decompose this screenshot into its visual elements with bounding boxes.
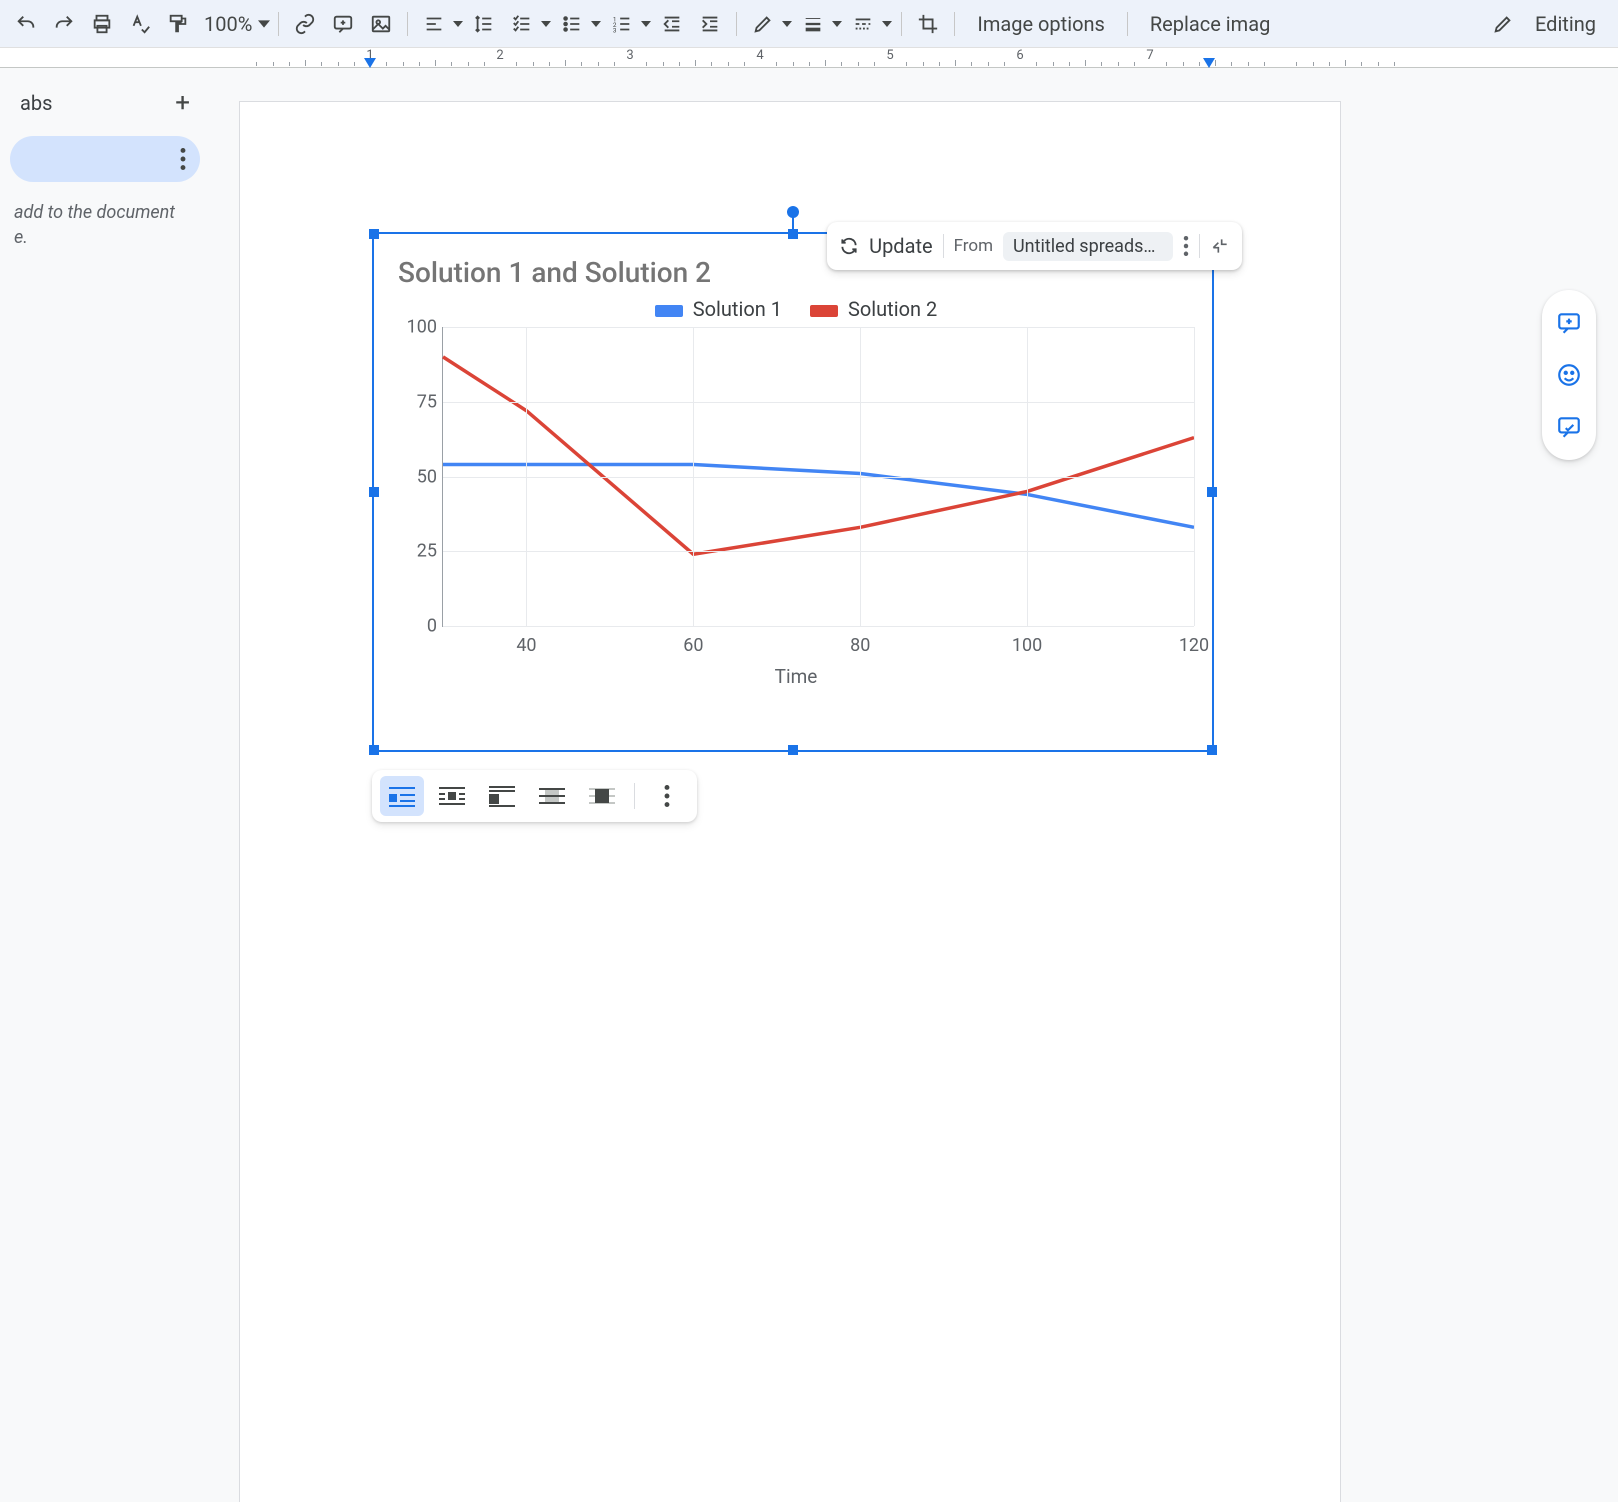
border-color-menu[interactable]	[745, 6, 793, 42]
add-tab-button[interactable]: +	[175, 88, 190, 118]
border-dash-menu[interactable]	[845, 6, 893, 42]
insert-link-button[interactable]	[287, 6, 323, 42]
layout-more-button[interactable]	[645, 776, 689, 816]
chevron-down-icon	[781, 19, 793, 29]
chevron-down-icon	[831, 19, 843, 29]
decrease-indent-button[interactable]	[654, 6, 690, 42]
behind-text-button[interactable]	[530, 776, 574, 816]
add-comment-button[interactable]	[325, 6, 361, 42]
zoom-select[interactable]: 100%	[198, 12, 270, 36]
crop-button[interactable]	[910, 6, 946, 42]
sidebar-hint: add to the document e.	[10, 200, 200, 250]
bulleted-list-menu[interactable]	[554, 6, 602, 42]
unlink-collapse-button[interactable]	[1210, 236, 1230, 256]
wrap-text-button[interactable]	[430, 776, 474, 816]
x-axis-title: Time	[398, 665, 1194, 688]
update-chart-button[interactable]: Update	[839, 234, 933, 258]
chart-plot-area: 4060801001200255075100	[442, 327, 1194, 627]
outline-sidebar: abs + add to the document e.	[0, 68, 210, 910]
paint-format-button[interactable]	[160, 6, 196, 42]
numbered-list-menu[interactable]: 123	[604, 6, 652, 42]
align-menu[interactable]	[416, 6, 464, 42]
chevron-down-icon	[540, 19, 552, 29]
sidebar-active-tab[interactable]	[10, 136, 200, 182]
toolbar: 100% 123	[0, 0, 1618, 48]
front-text-button[interactable]	[580, 776, 624, 816]
chevron-down-icon	[258, 18, 270, 30]
checklist-menu[interactable]	[504, 6, 552, 42]
insert-image-button[interactable]	[363, 6, 399, 42]
numbered-list-icon: 123	[604, 6, 640, 42]
chart-object[interactable]: Solution 1 and Solution 2 Solution 1 Sol…	[372, 232, 1214, 752]
wrap-inline-button[interactable]	[380, 776, 424, 816]
chart-content: Solution 1 and Solution 2 Solution 1 Sol…	[374, 234, 1212, 750]
zoom-value: 100%	[198, 12, 258, 36]
legend-item-2: Solution 2	[810, 297, 937, 321]
redo-button[interactable]	[46, 6, 82, 42]
replace-image-button[interactable]: Replace imag	[1136, 12, 1276, 36]
break-text-button[interactable]	[480, 776, 524, 816]
chip-more-button[interactable]	[1183, 236, 1189, 256]
increase-indent-button[interactable]	[692, 6, 728, 42]
chip-source-link[interactable]: Untitled spreadsh…	[1003, 232, 1173, 261]
linked-chart-chip: Update From Untitled spreadsh…	[827, 222, 1242, 270]
undo-button[interactable]	[8, 6, 44, 42]
chip-from-label: From	[954, 236, 993, 256]
line-spacing-icon	[466, 6, 502, 42]
border-weight-menu[interactable]	[795, 6, 843, 42]
editing-mode-pencil-icon	[1485, 6, 1521, 42]
border-weight-icon	[795, 6, 831, 42]
editing-mode-button[interactable]: Editing	[1521, 12, 1610, 36]
add-comment-rail-button[interactable]	[1552, 306, 1586, 340]
chevron-down-icon	[590, 19, 602, 29]
chart-legend: Solution 1 Solution 2	[398, 297, 1194, 321]
chevron-down-icon	[452, 19, 464, 29]
ruler: 1234567	[0, 48, 1618, 68]
more-vert-icon[interactable]	[180, 148, 186, 170]
checklist-icon	[504, 6, 540, 42]
add-emoji-button[interactable]	[1552, 358, 1586, 392]
legend-item-1: Solution 1	[655, 297, 782, 321]
pencil-icon	[745, 6, 781, 42]
chevron-down-icon	[640, 19, 652, 29]
bulleted-list-icon	[554, 6, 590, 42]
image-options-button[interactable]: Image options	[963, 12, 1118, 36]
sidebar-heading: abs	[20, 91, 52, 115]
svg-text:3: 3	[613, 26, 617, 34]
image-layout-toolbar	[372, 770, 697, 822]
document-page: Solution 1 and Solution 2 Solution 1 Sol…	[240, 102, 1340, 1502]
border-dash-icon	[845, 6, 881, 42]
rotate-handle[interactable]	[787, 206, 799, 218]
chevron-down-icon	[881, 19, 893, 29]
comment-rail	[1542, 290, 1596, 460]
suggest-edits-button[interactable]	[1552, 410, 1586, 444]
line-spacing-menu[interactable]	[466, 6, 502, 42]
align-icon	[416, 6, 452, 42]
print-button[interactable]	[84, 6, 120, 42]
spellcheck-button[interactable]	[122, 6, 158, 42]
